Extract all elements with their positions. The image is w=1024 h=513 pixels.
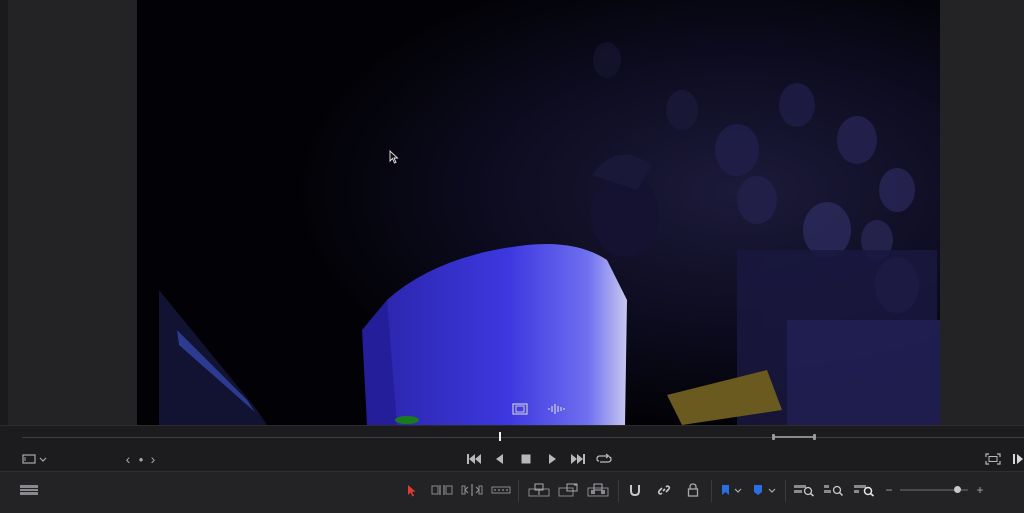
zoom-custom-icon[interactable] [852, 482, 876, 498]
zoom-out-button[interactable]: − [884, 482, 894, 498]
marker-icon[interactable] [751, 482, 779, 498]
position-lock-icon[interactable] [684, 482, 702, 498]
timeline-view-options-icon[interactable] [18, 482, 40, 498]
zoom-in-button[interactable]: + [975, 482, 985, 498]
nav-dot-button[interactable]: ● [136, 451, 146, 467]
video-frame-image [137, 0, 940, 425]
video-viewer[interactable] [137, 0, 940, 425]
play-reverse-icon[interactable] [492, 451, 508, 467]
nav-next-button[interactable]: › [148, 451, 158, 467]
toolbar-separator [711, 480, 712, 502]
nav-prev-button[interactable]: ‹ [123, 451, 133, 467]
loop-icon[interactable] [595, 451, 613, 467]
skip-to-start-icon[interactable] [465, 451, 483, 467]
overwrite-clip-icon[interactable] [557, 482, 581, 498]
flag-icon[interactable] [719, 482, 745, 498]
stop-icon[interactable] [518, 451, 534, 467]
in-out-range[interactable] [772, 434, 816, 440]
skip-to-end-icon[interactable] [569, 451, 587, 467]
zoom-detail-icon[interactable] [822, 482, 846, 498]
trim-edit-icon[interactable] [430, 482, 454, 498]
toolbar-separator [518, 480, 519, 502]
selection-arrow-icon[interactable] [404, 482, 420, 498]
viewer-mode-icon[interactable] [22, 452, 48, 466]
playhead[interactable] [499, 432, 501, 441]
replace-clip-icon[interactable] [586, 482, 610, 498]
zoom-full-icon[interactable] [792, 482, 816, 498]
blade-icon[interactable] [490, 482, 512, 498]
transport-controls: ‹ ● › [0, 447, 1024, 471]
left-panel-edge [0, 0, 8, 425]
insert-clip-icon[interactable] [527, 482, 551, 498]
toolbar-separator [785, 480, 786, 502]
fullscreen-icon[interactable] [984, 451, 1002, 467]
timeline-scrubber[interactable] [0, 425, 1024, 448]
next-frame-icon[interactable] [1012, 451, 1024, 467]
toolbar-separator [618, 480, 619, 502]
linked-selection-icon[interactable] [655, 482, 673, 498]
scrubber-track[interactable] [22, 437, 1024, 438]
dynamic-trim-icon[interactable] [460, 482, 484, 498]
play-icon[interactable] [544, 451, 560, 467]
snapping-icon[interactable] [626, 482, 644, 498]
